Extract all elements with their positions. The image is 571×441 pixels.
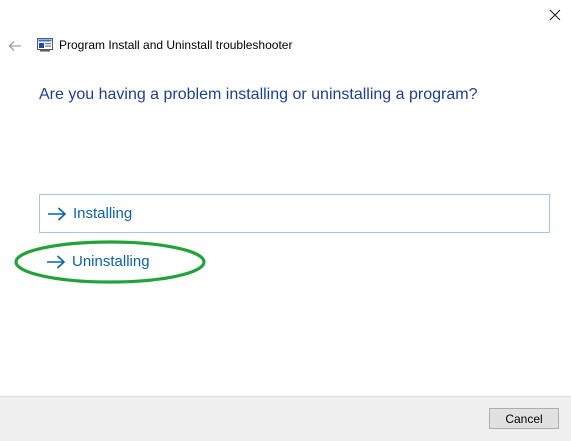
back-arrow-icon bbox=[8, 41, 21, 51]
right-arrow-icon bbox=[47, 254, 66, 269]
window-title: Program Install and Uninstall troublesho… bbox=[59, 38, 293, 52]
page-question: Are you having a problem installing or u… bbox=[39, 86, 478, 103]
cancel-button[interactable]: Cancel bbox=[489, 408, 559, 429]
close-button[interactable] bbox=[538, 0, 571, 30]
close-icon bbox=[549, 9, 560, 21]
option-installing[interactable]: Installing bbox=[39, 194, 550, 233]
option-uninstalling[interactable]: Uninstalling bbox=[39, 242, 550, 281]
troubleshooter-icon bbox=[37, 38, 53, 52]
option-uninstalling-label: Uninstalling bbox=[72, 253, 150, 270]
back-button[interactable] bbox=[5, 36, 25, 56]
right-arrow-icon bbox=[48, 206, 67, 221]
footer-bar: Cancel bbox=[0, 396, 571, 441]
option-installing-label: Installing bbox=[73, 205, 133, 222]
